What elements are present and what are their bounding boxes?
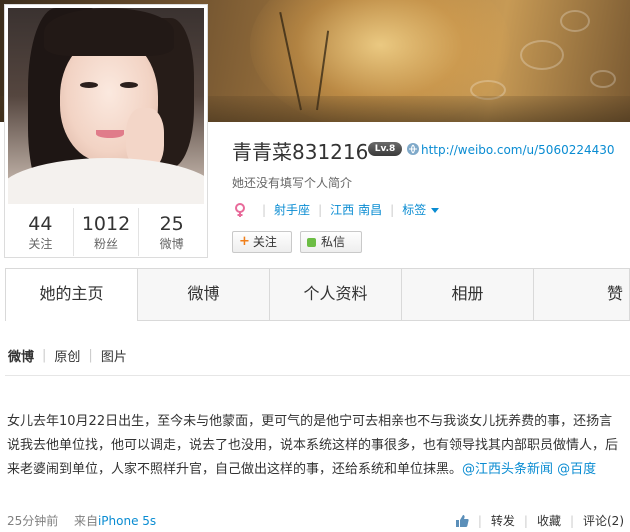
favorite-button[interactable]: 收藏 xyxy=(537,512,561,529)
mention-jiangxi-news[interactable]: @江西头条新闻 xyxy=(462,462,553,477)
post-time[interactable]: 25分钟前 xyxy=(7,514,58,528)
link-icon xyxy=(407,143,419,155)
repost-button[interactable]: 转发 xyxy=(491,512,515,529)
tab-likes[interactable]: 赞 xyxy=(534,269,626,321)
tags-label: 标签 xyxy=(402,203,427,217)
profile-tabs: 她的主页 微博 个人资料 相册 赞 xyxy=(5,268,630,321)
follow-button[interactable]: + 关注 xyxy=(232,231,292,253)
tabs-underline xyxy=(137,320,630,321)
stat-following-count: 44 xyxy=(28,213,53,235)
feed-filters: 微博 | 原创 | 图片 xyxy=(8,346,127,365)
profile-card: 44 关注 1012 粉丝 25 微博 xyxy=(4,4,208,258)
message-label: 私信 xyxy=(321,235,346,249)
message-dot-icon xyxy=(307,237,316,247)
stat-posts[interactable]: 25 微博 xyxy=(139,208,204,256)
mention-baidu[interactable]: @百度 xyxy=(557,462,596,477)
message-button[interactable]: 私信 xyxy=(300,231,362,253)
thumbs-up-icon[interactable] xyxy=(455,514,469,528)
avatar[interactable] xyxy=(8,8,204,204)
follow-label: 关注 xyxy=(252,235,277,249)
tab-weibo[interactable]: 微博 xyxy=(138,269,270,321)
stat-followers-label: 粉丝 xyxy=(94,237,119,251)
tab-album[interactable]: 相册 xyxy=(402,269,534,321)
stats-bar: 44 关注 1012 粉丝 25 微博 xyxy=(8,208,204,256)
stat-posts-count: 25 xyxy=(159,213,184,235)
stat-following-label: 关注 xyxy=(28,237,53,251)
tab-profile-info[interactable]: 个人资料 xyxy=(270,269,402,321)
province-link[interactable]: 江西 xyxy=(330,201,354,218)
plus-icon: + xyxy=(239,234,250,249)
profile-meta: | 射手座 | 江西 南昌 | 标签 xyxy=(232,201,440,218)
profile-url-link[interactable]: http://weibo.com/u/5060224430 xyxy=(421,143,615,157)
filter-weibo[interactable]: 微博 xyxy=(8,346,34,365)
filter-images[interactable]: 图片 xyxy=(101,346,127,365)
comment-button[interactable]: 评论(2) xyxy=(583,512,624,529)
stat-posts-label: 微博 xyxy=(159,237,184,251)
tags-dropdown[interactable]: 标签 xyxy=(402,201,440,218)
stat-followers[interactable]: 1012 粉丝 xyxy=(74,208,140,256)
profile-name: 青青菜831216 xyxy=(232,140,369,164)
female-icon xyxy=(235,202,245,217)
feed-divider xyxy=(5,375,630,376)
stat-followers-count: 1012 xyxy=(81,213,131,235)
post-source-link[interactable]: iPhone 5s xyxy=(98,514,156,528)
filter-original[interactable]: 原创 xyxy=(54,346,80,365)
level-badge[interactable]: Lv.8 xyxy=(368,142,402,156)
zodiac-link[interactable]: 射手座 xyxy=(274,201,310,218)
post-actions: | 转发 | 收藏 | 评论(2) xyxy=(455,512,624,529)
stat-following[interactable]: 44 关注 xyxy=(8,208,74,256)
city-link[interactable]: 南昌 xyxy=(358,201,382,218)
post-text: 女儿去年10月22日出生，至今未与他蒙面，更可气的是他宁可去相亲也不与我谈女儿抚… xyxy=(7,410,622,482)
profile-bio: 她还没有填写个人简介 xyxy=(232,176,353,190)
chevron-down-icon xyxy=(431,208,440,213)
tab-home[interactable]: 她的主页 xyxy=(6,269,138,321)
post-source-prefix: 来自 xyxy=(73,514,98,528)
